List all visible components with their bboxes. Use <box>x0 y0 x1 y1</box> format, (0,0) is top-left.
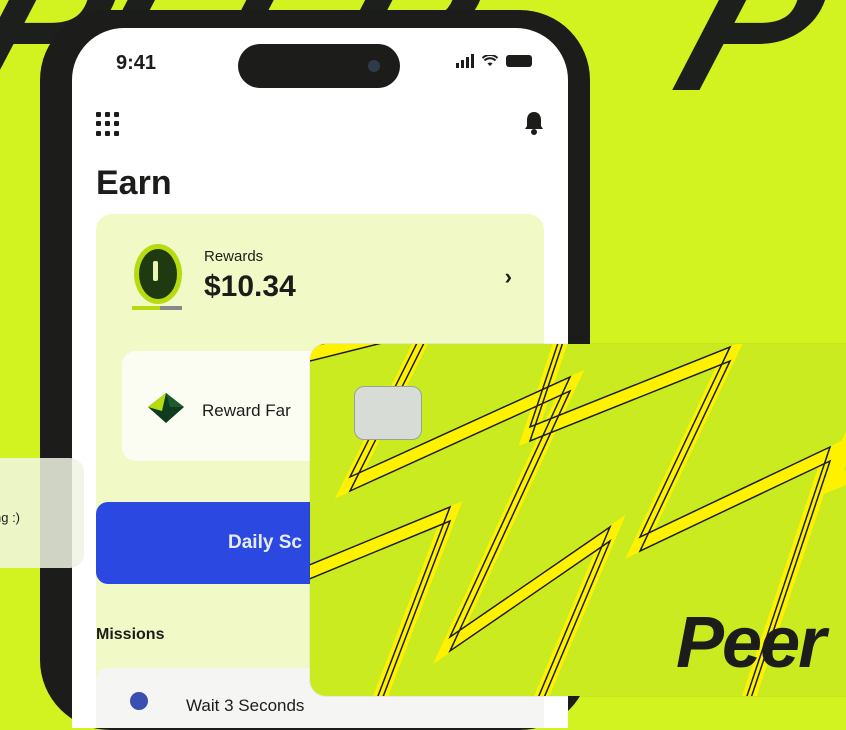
rewards-amount: $10.34 <box>204 270 296 303</box>
chevron-right-icon[interactable]: › <box>505 264 512 290</box>
card-chip-icon <box>354 386 422 440</box>
rewards-label: Rewards <box>204 248 264 265</box>
status-icons <box>456 54 532 68</box>
background-wordmark-right: P <box>655 0 846 131</box>
wifi-icon <box>482 55 498 66</box>
grid-icon[interactable] <box>96 112 120 136</box>
card-brand: Peer <box>676 603 826 683</box>
notification-toast[interactable]: ng :) <box>0 458 84 568</box>
toast-text: ng :) <box>0 510 21 525</box>
peer-card: Peer <box>310 344 846 696</box>
mission-label: Wait 3 Seconds <box>186 696 305 715</box>
daily-button-label: Daily Sc <box>228 532 302 553</box>
coin-icon <box>134 244 182 304</box>
coin-base <box>132 306 182 310</box>
camera-icon <box>368 60 380 72</box>
battery-icon <box>506 55 532 67</box>
page-title: Earn <box>96 164 172 202</box>
bell-icon[interactable] <box>522 110 546 136</box>
reward-farm-label: Reward Far <box>202 401 291 420</box>
signal-icon <box>456 54 474 68</box>
dynamic-island <box>238 44 400 88</box>
missions-title: Missions <box>96 626 165 643</box>
gem-icon <box>148 393 184 423</box>
mission-icon <box>130 692 148 710</box>
status-time: 9:41 <box>116 52 157 74</box>
